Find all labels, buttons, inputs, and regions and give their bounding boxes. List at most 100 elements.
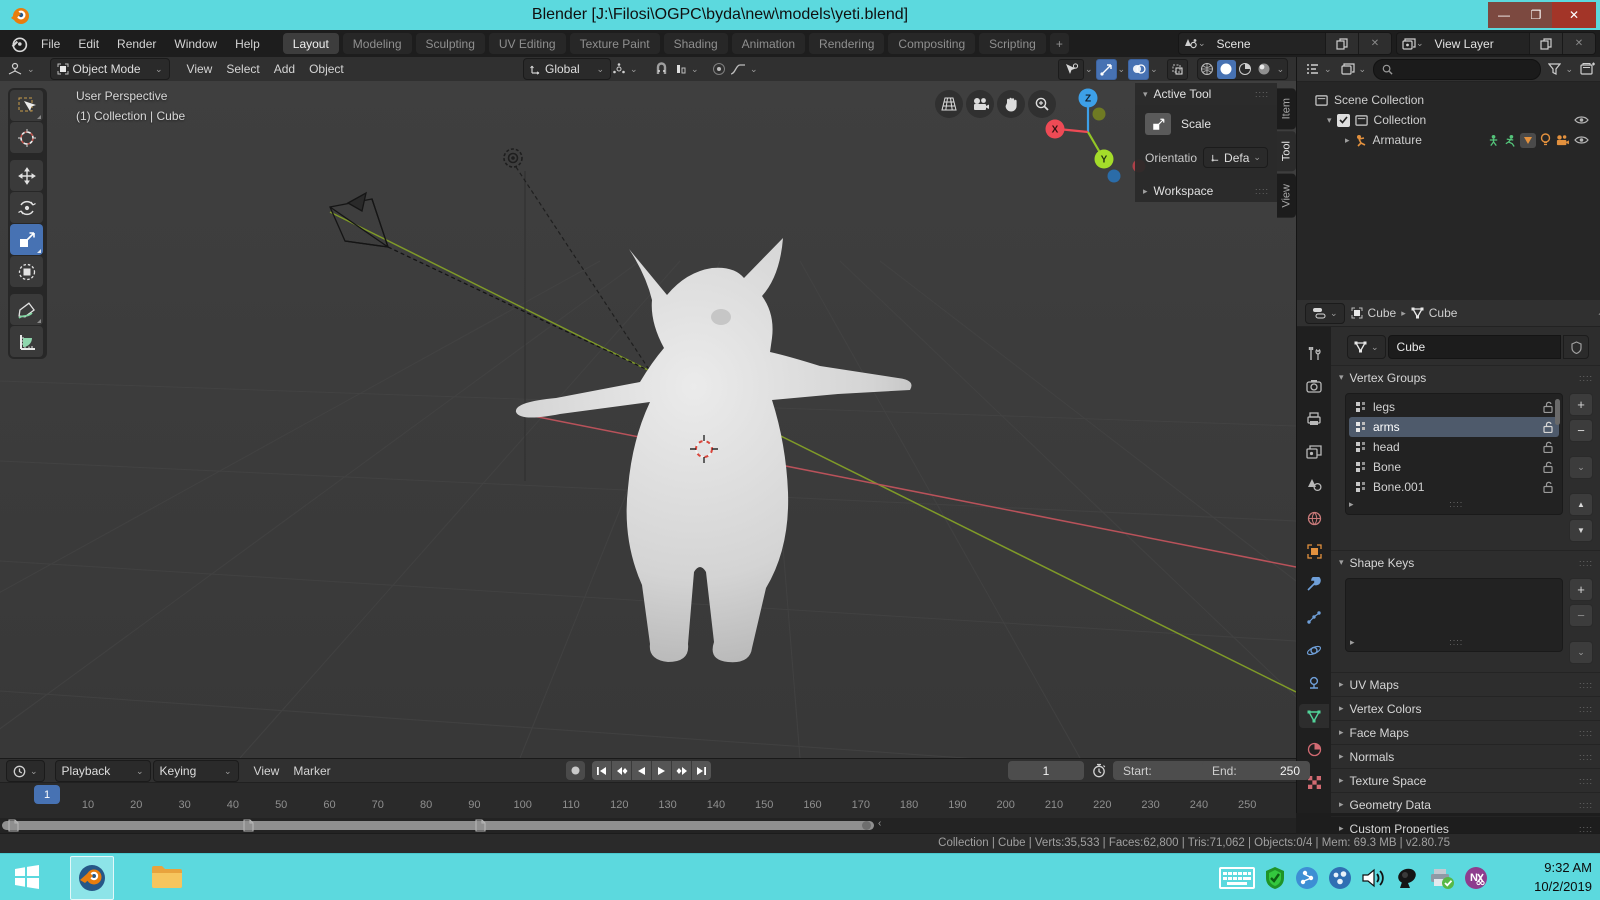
use-preview-range-button[interactable] [1088,761,1110,780]
xray-toggle-button[interactable] [1167,59,1188,80]
panel-uv-maps[interactable]: ▸UV Maps:::: [1331,672,1600,696]
viewport-menu-object[interactable]: Object [302,57,351,81]
pivot-point-button[interactable]: ⌄ [605,57,645,81]
outliner-row-armature[interactable]: ▸ Armature [1305,130,1593,150]
vertex-groups-panel-header[interactable]: ▾ Vertex Groups :::: [1331,365,1600,389]
timeline-scrollbar-handle[interactable] [862,821,871,830]
vertex-group-row-head[interactable]: head [1349,437,1559,457]
vertex-group-row-arms[interactable]: arms [1349,417,1559,437]
vertex-group-row-bone[interactable]: Bone [1349,457,1559,477]
workspace-tab-sculpting[interactable]: Sculpting [416,33,485,54]
menu-file[interactable]: File [32,30,69,57]
editor-type-button[interactable]: ⌄ [0,57,42,81]
outliner-editor-type-button[interactable]: ⌄ [1303,57,1334,81]
fake-user-shield-button[interactable] [1563,335,1589,359]
scene-selector[interactable]: ⌄ Scene ✕ [1178,32,1392,55]
vertex-group-move-up-button[interactable]: ▲ [1569,493,1593,516]
tool-annotate[interactable] [10,294,43,325]
scrollbar-expand-icon[interactable]: ‹ [878,818,881,829]
shape-key-add-button[interactable]: + [1569,578,1593,601]
workspace-tab-texture-paint[interactable]: Texture Paint [570,33,660,54]
workspace-tab-shading[interactable]: Shading [664,33,728,54]
panel-face-maps[interactable]: ▸Face Maps:::: [1331,720,1600,744]
taskbar-blender-app[interactable] [70,856,114,900]
motion-icon[interactable] [1504,134,1516,147]
tab-particles[interactable] [1299,605,1329,629]
play-reverse-button[interactable] [632,761,651,780]
lock-open-icon[interactable] [1543,461,1553,473]
list-scrollbar[interactable] [1555,399,1560,425]
tab-scene[interactable] [1299,473,1329,497]
vertex-group-move-down-button[interactable]: ▼ [1569,519,1593,542]
viewport-menu-view[interactable]: View [180,57,220,81]
view-layer-name[interactable]: View Layer [1429,37,1529,51]
npanel-tab-view[interactable]: View [1277,174,1296,218]
view-layer-remove-button[interactable]: ✕ [1562,33,1595,54]
playback-menu[interactable]: Playback⌄ [55,760,151,782]
orientation-dropdown[interactable]: Global ⌄ [523,58,611,80]
camera-data-icon[interactable] [1555,134,1570,146]
shading-rendered-button[interactable] [1255,60,1274,79]
tab-world[interactable] [1299,506,1329,530]
list-expand-row[interactable]: ▸ :::: [1350,635,1558,649]
proportional-editing-button[interactable]: ⌄ [705,57,765,81]
view-layer-selector[interactable]: ⌄ View Layer ✕ [1396,32,1596,55]
workspace-tab-modeling[interactable]: Modeling [343,33,412,54]
tab-material[interactable] [1299,737,1329,761]
tool-rotate[interactable] [10,192,43,223]
pose-icon[interactable] [1488,134,1500,147]
timeline-menu-marker[interactable]: Marker [286,759,337,783]
tool-cursor[interactable] [10,122,43,153]
mode-dropdown[interactable]: Object Mode ⌄ [50,58,170,80]
scene-icon[interactable]: ⌄ [1179,33,1211,54]
shading-material-button[interactable] [1236,60,1255,79]
workspace-tab-animation[interactable]: Animation [732,33,805,54]
outliner-display-mode-button[interactable]: ⌄ [1339,57,1369,81]
lock-open-icon[interactable] [1543,401,1553,413]
tab-view-layer[interactable] [1299,440,1329,464]
auto-keying-record-button[interactable] [566,761,585,780]
tab-modifiers[interactable] [1299,572,1329,596]
taskbar-clock[interactable]: 9:32 AM 10/2/2019 [1534,858,1592,896]
timeline-ruler[interactable]: 1 10203040506070809010011012013014015016… [0,782,1296,819]
breadcrumb-object[interactable]: Cube [1368,306,1397,320]
timeline-editor-type-button[interactable]: ⌄ [6,760,45,782]
viewport-menu-add[interactable]: Add [267,57,302,81]
panel-geometry-data[interactable]: ▸Geometry Data:::: [1331,792,1600,816]
volume-icon[interactable] [1361,866,1387,890]
add-workspace-button[interactable]: + [1050,33,1069,54]
lock-open-icon[interactable] [1543,481,1553,493]
clip-tool-icon[interactable]: N [1464,866,1488,890]
panel-vertex-colors[interactable]: ▸Vertex Colors:::: [1331,696,1600,720]
visibility-eye-icon[interactable] [1574,135,1589,145]
menu-help[interactable]: Help [226,30,269,57]
timeline-menu-view[interactable]: View [247,759,287,783]
panel-texture-space[interactable]: ▸Texture Space:::: [1331,768,1600,792]
mesh-data-icon[interactable] [1520,133,1536,148]
bluetooth-tray-icon[interactable] [1328,866,1352,890]
scene-name[interactable]: Scene [1211,37,1325,51]
scene-copy-button[interactable] [1325,33,1358,54]
mesh-id-icon-button[interactable]: ⌄ [1347,335,1386,359]
workspace-tab-scripting[interactable]: Scripting [979,33,1046,54]
vertex-group-row-bone-001[interactable]: Bone.001 [1349,477,1559,497]
scene-unlink-button[interactable]: ✕ [1358,33,1391,54]
antivirus-shield-icon[interactable] [1264,866,1286,890]
outliner-row-collection[interactable]: ▾ Collection [1305,110,1593,130]
tool-orientation-dropdown[interactable]: Defa ⌄ [1203,147,1268,168]
shading-wireframe-button[interactable] [1198,60,1217,79]
npanel-tab-tool[interactable]: Tool [1277,131,1296,171]
minimize-button[interactable]: — [1488,2,1520,28]
pan-view-button[interactable] [997,90,1025,118]
tab-physics[interactable] [1299,638,1329,662]
tool-transform[interactable] [10,256,43,287]
network-share-icon[interactable] [1295,866,1319,890]
vertex-group-row-legs[interactable]: legs [1349,397,1559,417]
mesh-name-field[interactable]: Cube [1388,335,1561,359]
menu-edit[interactable]: Edit [69,30,108,57]
audio-manager-icon[interactable] [1396,866,1420,890]
lock-open-icon[interactable] [1543,421,1553,433]
keying-menu[interactable]: Keying⌄ [153,760,239,782]
jump-to-end-button[interactable] [692,761,711,780]
tab-object[interactable] [1299,539,1329,563]
